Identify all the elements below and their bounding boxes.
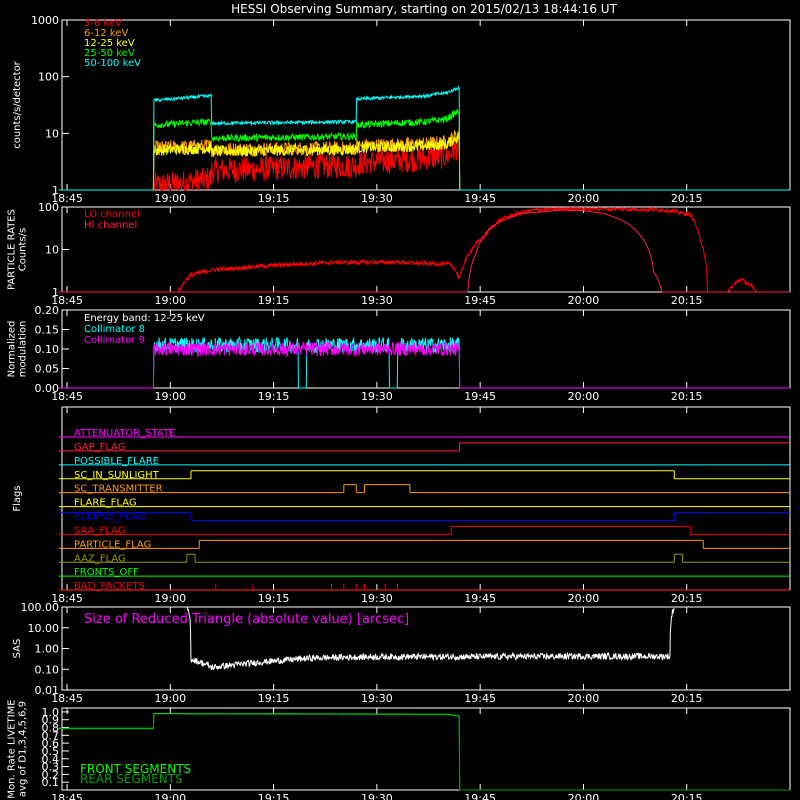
sas-xtick-label: 20:15 — [671, 692, 703, 705]
livetime-ylabel: avg of D1,3,4,5,6,9 — [18, 701, 29, 797]
modulation-ylabel: Normalized — [7, 321, 18, 378]
sas-ylabel: SAS — [12, 639, 23, 659]
particles-ytick-label: 100 — [38, 201, 59, 214]
counts-series-line — [58, 85, 790, 191]
flags-xtick-label: 19:00 — [154, 592, 186, 605]
modulation-ytick-label: 0.15 — [35, 324, 60, 337]
sas-xtick-label: 19:15 — [258, 692, 290, 705]
modulation-xtick-label: 19:30 — [361, 390, 393, 403]
flags-xtick-label: 20:00 — [568, 592, 600, 605]
particles-frame — [61, 206, 791, 293]
figure-title: HESSI Observing Summary, starting on 201… — [231, 2, 617, 16]
modulation-xtick-label: 19:45 — [464, 390, 496, 403]
sas-ytick-label: 100.00 — [21, 601, 60, 614]
counts-legend-entry: 50-100 keV — [84, 58, 141, 69]
modulation-legend-entry: Collimator 8 — [84, 324, 145, 335]
livetime-xtick-label: 19:45 — [464, 792, 496, 800]
particles-legend-entry: LO channel — [84, 209, 140, 220]
counts-xtick-label: 19:15 — [258, 192, 290, 205]
livetime-xtick-label: 20:15 — [671, 792, 703, 800]
modulation-legend-entry: Energy band: 12-25 keV — [84, 313, 205, 324]
counts-xtick-label: 20:00 — [568, 192, 600, 205]
particles-xtick-label: 19:30 — [361, 294, 393, 307]
modulation-xtick-label: 20:00 — [568, 390, 600, 403]
sas-ytick-label: 1.00 — [35, 643, 60, 656]
livetime-legend-entry: REAR SEGMENTS — [80, 772, 183, 786]
counts-xtick-label: 19:30 — [361, 192, 393, 205]
modulation-xtick-label: 19:15 — [258, 390, 290, 403]
counts-ytick-label: 10 — [45, 127, 59, 140]
livetime-xtick-label: 19:30 — [361, 792, 393, 800]
flag-label: ECLIPSE_FLAG — [74, 512, 145, 523]
modulation-ytick-label: 0.20 — [35, 304, 60, 317]
counts-ytick-label: 1000 — [31, 14, 59, 27]
counts-xtick-label: 20:15 — [671, 192, 703, 205]
particles-xtick-label: 19:45 — [464, 294, 496, 307]
sas-legend-entry: Size of Reduced Triangle (absolute value… — [84, 612, 409, 627]
particles-xtick-label: 19:00 — [154, 294, 186, 307]
sas-xtick-label: 19:00 — [154, 692, 186, 705]
particles-ytick-label: 1 — [52, 286, 59, 299]
modulation-series-line — [58, 340, 790, 389]
flags-xtick-label: 19:15 — [258, 592, 290, 605]
modulation-ytick-label: 0.05 — [35, 363, 60, 376]
hessi-summary-figure: HESSI Observing Summary, starting on 201… — [7, 2, 791, 800]
sas-ytick-label: 0.10 — [35, 663, 60, 676]
livetime-xtick-label: 20:00 — [568, 792, 600, 800]
particles-series-line — [58, 209, 790, 293]
modulation-ytick-label: 0.00 — [35, 382, 60, 395]
modulation-ytick-label: 0.10 — [35, 343, 60, 356]
livetime-xtick-label: 18:45 — [51, 792, 83, 800]
particles-ylabel: PARTICLE RATES — [7, 209, 18, 290]
modulation-ylabel: modulation — [18, 321, 29, 378]
flags-xtick-label: 20:15 — [671, 592, 703, 605]
sas-xtick-label: 19:45 — [464, 692, 496, 705]
counts-ytick-label: 1 — [52, 184, 59, 197]
panels: 18:45 19:00 19:15 19:30 19:45 20:00 20:15 count… — [7, 14, 791, 800]
particles-ylabel: Counts/s — [18, 228, 29, 272]
flags-ylabel: Flags — [12, 485, 23, 511]
sas-xtick-label: 19:30 — [361, 692, 393, 705]
flags-xtick-label: 19:45 — [464, 592, 496, 605]
counts-xtick-label: 19:45 — [464, 192, 496, 205]
sas-ytick-label: 0.01 — [35, 684, 60, 697]
counts-xtick-label: 19:00 — [154, 192, 186, 205]
particles-xtick-label: 20:15 — [671, 294, 703, 307]
particles-legend-entry: HI channel — [84, 220, 137, 231]
livetime-ylabel: Mon. Rate LIVETIME — [7, 699, 18, 798]
livetime-ytick-label: 1.0 — [42, 706, 60, 719]
counts-frame — [61, 19, 791, 191]
particles-ytick-label: 10 — [45, 244, 59, 257]
flags-xtick-label: 19:30 — [361, 592, 393, 605]
modulation-xtick-label: 19:00 — [154, 390, 186, 403]
livetime-xtick-label: 19:00 — [154, 792, 186, 800]
sas-ytick-label: 10.00 — [28, 622, 60, 635]
particles-series-line — [58, 206, 790, 294]
particles-xtick-label: 19:15 — [258, 294, 290, 307]
counts-ytick-label: 100 — [38, 71, 59, 84]
livetime-xtick-label: 19:15 — [258, 792, 290, 800]
sas-xtick-label: 20:00 — [568, 692, 600, 705]
particles-xtick-label: 20:00 — [568, 294, 600, 307]
modulation-legend-entry: Collimator 9 — [84, 335, 145, 346]
counts-ylabel: counts/s/detector — [12, 60, 23, 148]
modulation-xtick-label: 20:15 — [671, 390, 703, 403]
